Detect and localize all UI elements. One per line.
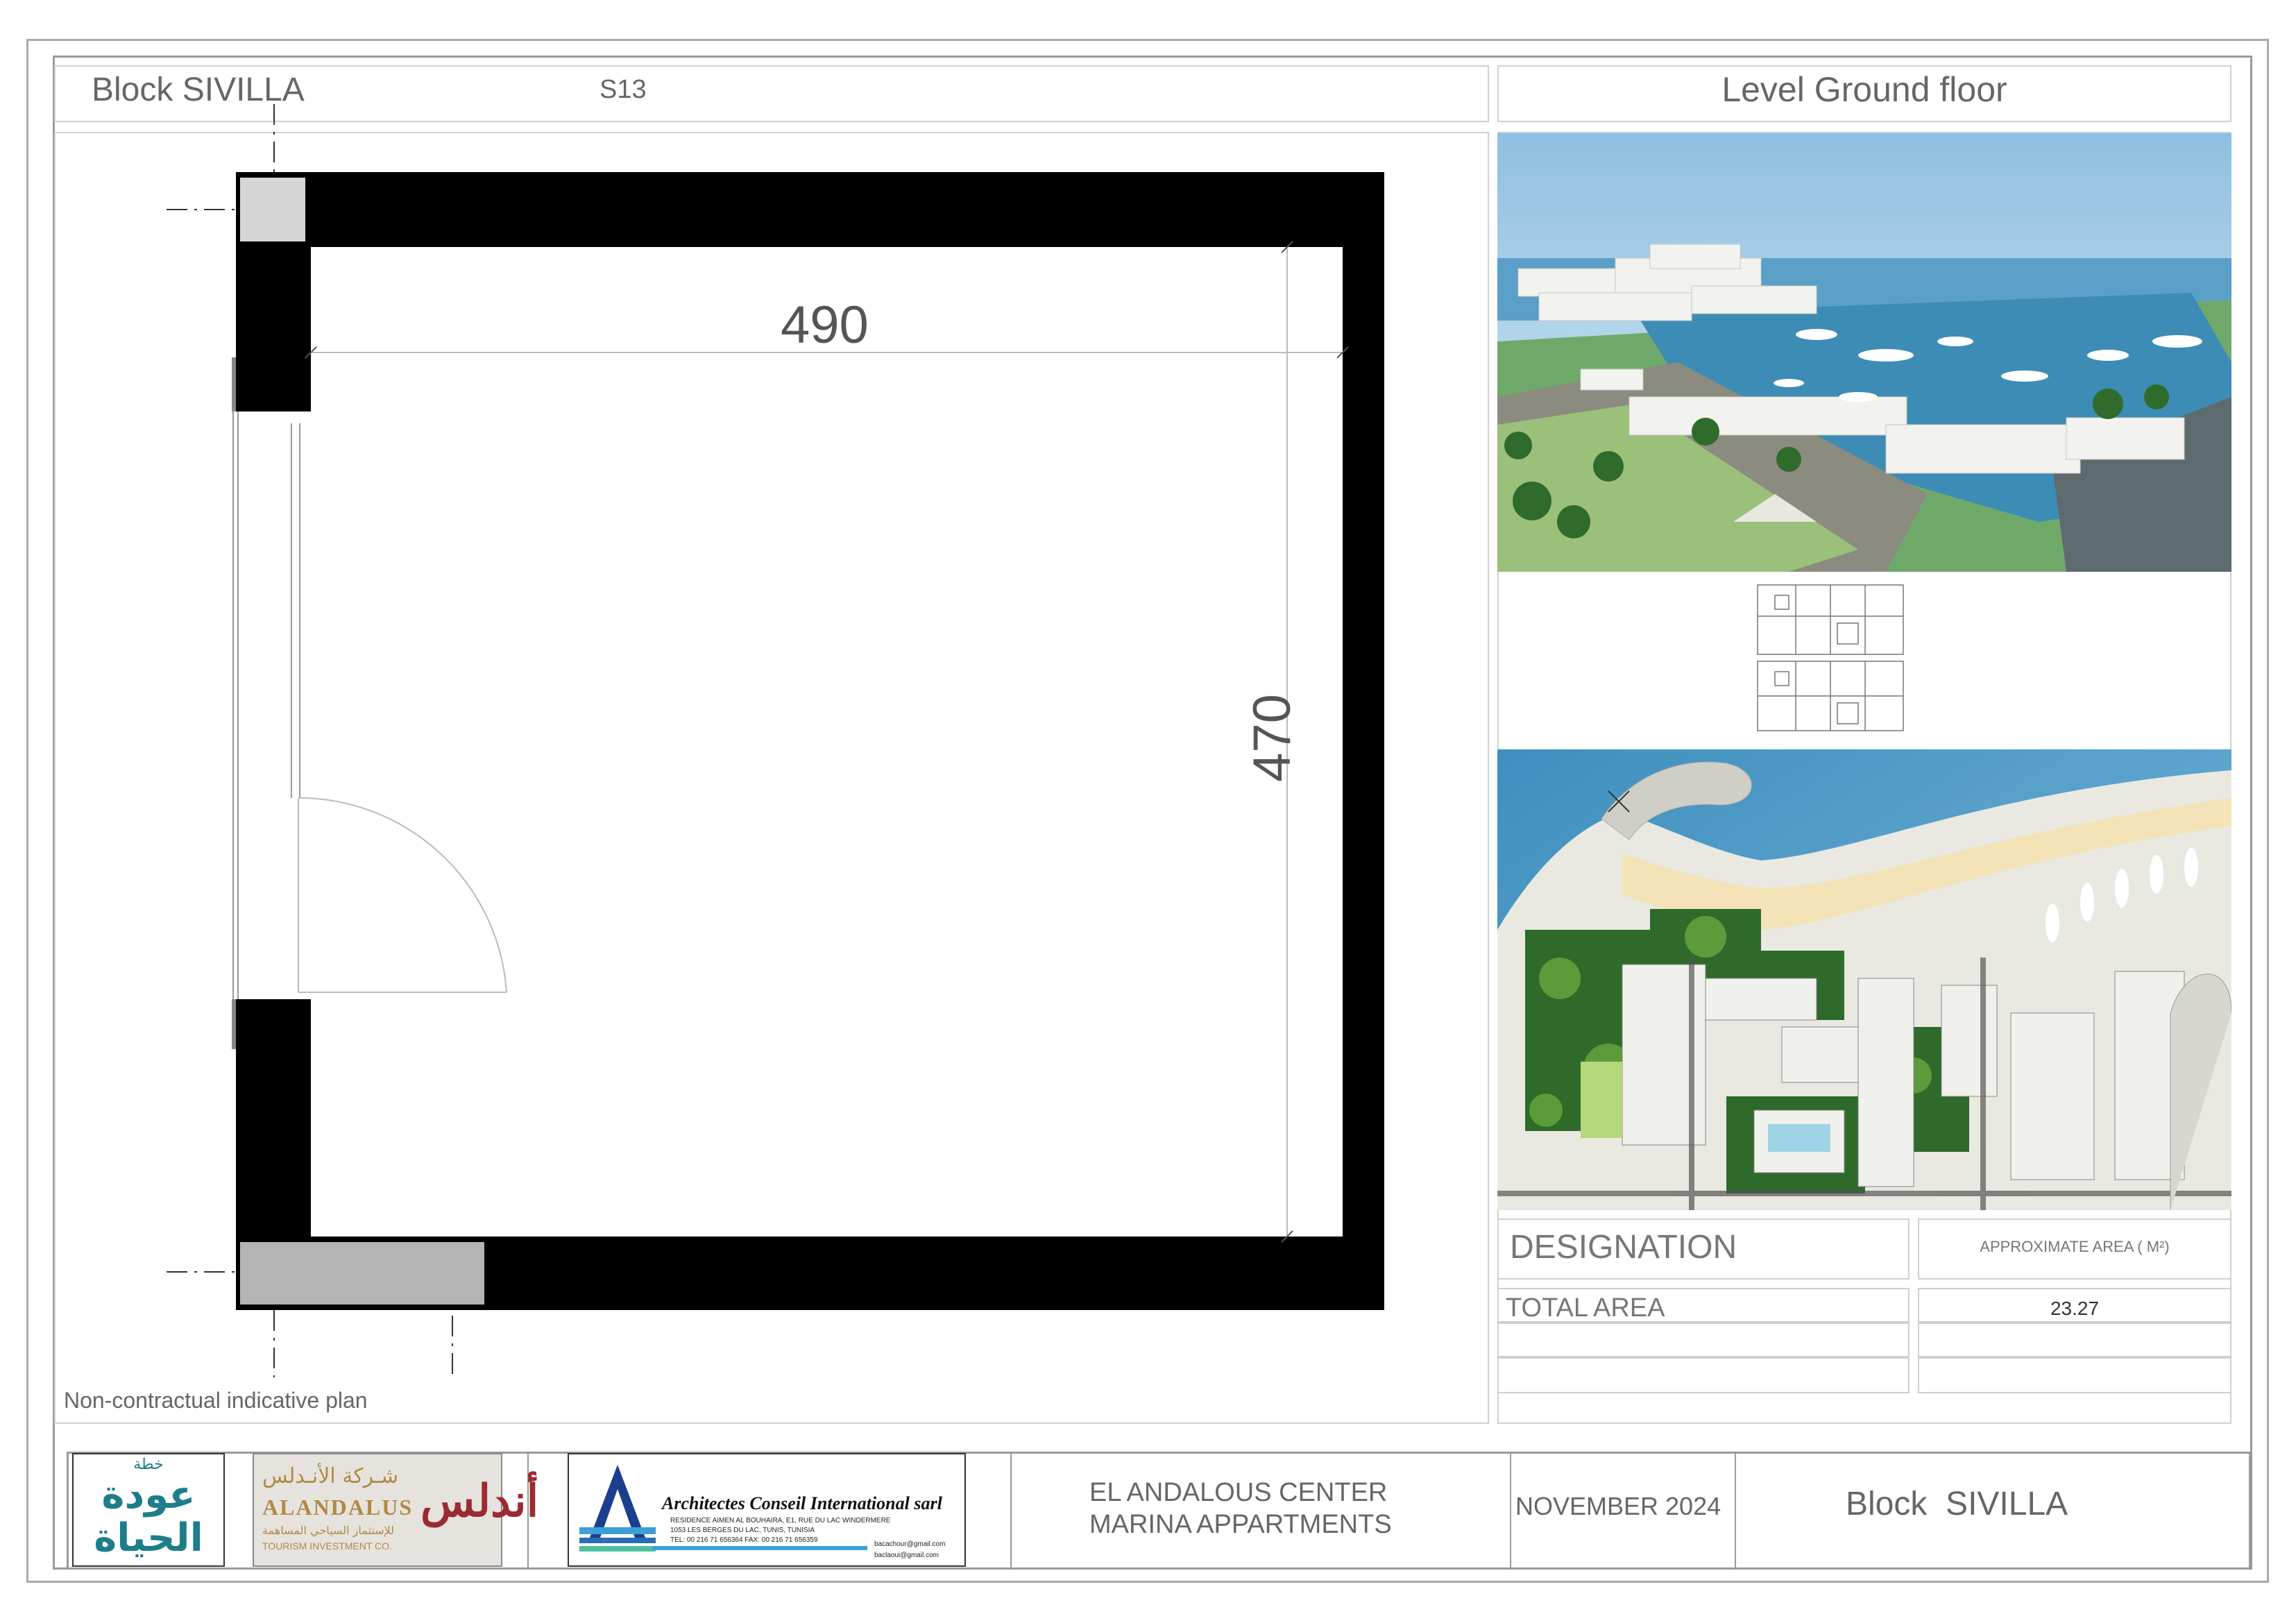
level-title: Level Ground floor bbox=[1721, 70, 2007, 109]
architect-email1: bacachour@gmail.com bbox=[874, 1540, 946, 1548]
table-row bbox=[1497, 1357, 1910, 1393]
height-dimension: 470 bbox=[1242, 694, 1302, 782]
logo2-name: ALANDALUS bbox=[262, 1495, 414, 1520]
total-area-value: 23.27 bbox=[2050, 1298, 2100, 1319]
marina-rendering bbox=[1497, 133, 2231, 572]
logo2-arabic-sub: للإستثمار السياحي المساهمة bbox=[262, 1524, 395, 1537]
drawing-date: NOVEMBER 2024 bbox=[1515, 1492, 1721, 1520]
architect-logo-mark bbox=[579, 1465, 656, 1552]
width-dimension: 490 bbox=[781, 296, 869, 355]
logo1-text-top: خطة bbox=[133, 1456, 164, 1473]
unit-locator-plan bbox=[1757, 584, 1904, 731]
architect-name: Architectes Conseil International sarl bbox=[662, 1493, 942, 1513]
window-bottom-left bbox=[240, 1242, 484, 1305]
architect-phone: TEL: 00 216 71 656364 FAX: 00 216 71 656… bbox=[670, 1536, 818, 1544]
project-line2: MARINA APPARTMENTS bbox=[1089, 1510, 1392, 1539]
designation-header: DESIGNATION bbox=[1510, 1229, 1737, 1266]
table-row bbox=[1918, 1357, 2231, 1393]
architect-address2: 1053 LES BERGES DU LAC, TUNIS, TUNISIA bbox=[670, 1527, 815, 1534]
footer-block-name: Block SIVILLA bbox=[1846, 1486, 2068, 1522]
table-row bbox=[1497, 1323, 1910, 1357]
room-interior bbox=[311, 247, 1343, 1237]
logo2-arabic: شـركة الأنـدلس bbox=[262, 1464, 399, 1488]
architect-logo-box: Architectes Conseil International sarl R… bbox=[568, 1453, 966, 1567]
architect-address1: RESIDENCE AIMEN AL BOUHAIRA, E1, RUE DU … bbox=[670, 1517, 891, 1524]
table-row bbox=[1918, 1323, 2231, 1357]
disclaimer: Non-contractual indicative plan bbox=[64, 1388, 368, 1413]
site-master-plan bbox=[1497, 749, 2231, 1210]
total-area-label: TOTAL AREA bbox=[1506, 1293, 1665, 1323]
column-top-left bbox=[240, 178, 305, 241]
logo-awdat-alhayat: خطة عودة الحياة bbox=[72, 1453, 225, 1567]
wall-top bbox=[236, 172, 1384, 247]
logo1-text: عودة الحياة bbox=[94, 1472, 203, 1561]
architect-email2: baclaoui@gmail.com bbox=[874, 1552, 939, 1559]
logo2-mark: أندلس bbox=[420, 1475, 539, 1527]
logo-alandalus: شـركة الأنـدلس ALANDALUS للإستثمار السيا… bbox=[253, 1453, 538, 1567]
logo2-sub: TOURISM INVESTMENT CO. bbox=[262, 1540, 392, 1552]
area-header: APPROXIMATE AREA ( M²) bbox=[1980, 1238, 2170, 1255]
wall-right bbox=[1343, 172, 1384, 1310]
project-line1: EL ANDALOUS CENTER bbox=[1089, 1478, 1388, 1507]
